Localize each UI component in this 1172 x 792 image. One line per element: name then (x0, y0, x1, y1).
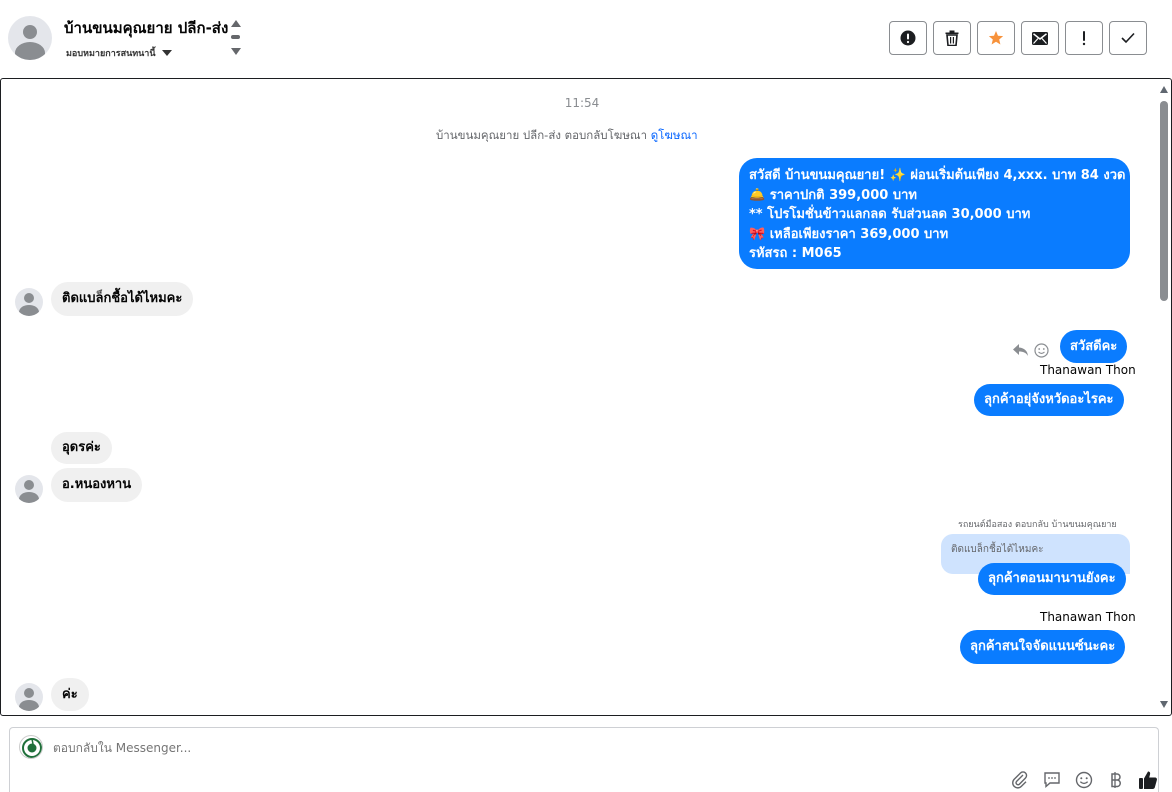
paperclip-icon (1012, 771, 1028, 789)
promo-line: 🛎️ ราคาปกติ 399,000 บาท (749, 187, 917, 203)
promo-line: สวัสดี บ้านขนมคุณยาย! ✨ ผ่อนเริ่มต้นเพีย… (749, 168, 1126, 183)
assign-conversation-dropdown[interactable]: มอบหมายการสนทนานี้ (66, 46, 172, 60)
envelope-icon (1032, 31, 1048, 45)
chevron-down-icon (161, 50, 172, 56)
message-composer (9, 727, 1159, 792)
contact-name[interactable]: บ้านขนมคุณยาย ปลีก-ส่ง (64, 16, 228, 40)
reply-icon[interactable] (1012, 343, 1029, 357)
scroll-down-arrow-icon[interactable] (1160, 701, 1168, 708)
thumbs-up-icon (1139, 771, 1157, 789)
message-timestamp: 11:54 (564, 96, 600, 110)
conversation-actions (889, 21, 1147, 55)
report-spam-button[interactable] (889, 21, 927, 55)
message-thread[interactable]: 11:54 บ้านขนมคุณยาย ปลีก-ส่ง ตอบกลับโฆษณ… (0, 78, 1172, 716)
contact-avatar[interactable] (8, 16, 52, 60)
customer-avatar (15, 288, 43, 316)
emoji-react-icon[interactable] (1034, 343, 1049, 358)
incoming-message: อ.หนองหาน (51, 468, 143, 502)
promo-message-bubble: สวัสดี บ้านขนมคุณยาย! ✨ ผ่อนเริ่มต้นเพีย… (739, 158, 1130, 269)
smiley-icon (1075, 771, 1093, 789)
important-button[interactable] (1065, 21, 1103, 55)
reply-context-label: รถยนต์มือสอง ตอบกลับ บ้านขนมคุณยาย (958, 520, 1117, 530)
scrollbar-thumb[interactable] (1160, 101, 1168, 301)
incoming-message: ค่ะ (51, 678, 89, 711)
saved-reply-button[interactable] (1042, 770, 1062, 790)
like-button[interactable] (1138, 770, 1158, 790)
promo-line: รหัสรถ : M065 (749, 246, 842, 261)
ad-reply-notice: บ้านขนมคุณยาย ปลีก-ส่ง ตอบกลับโฆษณา ดูโฆ… (436, 127, 698, 145)
outgoing-message: ลุกค้าตอนมานานยังคะ (978, 563, 1126, 595)
customer-avatar (15, 475, 43, 503)
thread-scrollbar[interactable] (1157, 79, 1171, 715)
alert-circle-icon (900, 30, 916, 46)
attach-button[interactable] (1010, 770, 1030, 790)
exclamation-icon (1082, 31, 1086, 46)
star-icon (988, 31, 1004, 45)
check-icon (1121, 32, 1135, 44)
promo-line: 🎀 เหลือเพียงราคา 369,000 บาท (749, 226, 949, 242)
incoming-message: อุดรค่ะ (51, 432, 112, 464)
ad-reply-text: บ้านขนมคุณยาย ปลีก-ส่ง ตอบกลับโฆษณา (436, 128, 648, 142)
outgoing-message: ลุกค้าสนใจจัดแนนซ์นะคะ (960, 630, 1126, 664)
reply-input[interactable] (53, 741, 953, 755)
agent-name: Thanawan Thon (1040, 610, 1136, 624)
page-logo-icon (19, 735, 43, 759)
mark-done-button[interactable] (1109, 21, 1147, 55)
mark-unread-button[interactable] (1021, 21, 1059, 55)
assign-label: มอบหมายการสนทนานี้ (66, 49, 156, 59)
payment-button[interactable] (1106, 770, 1126, 790)
outgoing-message: สวัสดีคะ (1060, 330, 1128, 363)
composer-tools (1010, 770, 1158, 790)
reorder-icon[interactable] (230, 18, 242, 58)
star-button[interactable] (977, 21, 1015, 55)
conversation-header: บ้านขนมคุณยาย ปลีก-ส่ง มอบหมายการสนทนานี… (0, 0, 1172, 78)
trash-icon (945, 30, 959, 46)
agent-name: Thanawan Thon (1040, 363, 1136, 377)
view-ad-link[interactable]: ดูโฆษณา (651, 128, 698, 142)
chat-bubble-icon (1044, 772, 1060, 789)
delete-button[interactable] (933, 21, 971, 55)
scroll-up-arrow-icon[interactable] (1160, 86, 1168, 93)
outgoing-message: ลุกค้าอยุ่จังหวัดอะไรคะ (974, 384, 1124, 416)
emoji-button[interactable] (1074, 770, 1094, 790)
promo-line: ** โปรโมชั่นข้าวแลกลด รับส่วนลด 30,000 บ… (749, 207, 1031, 222)
incoming-message: ติดแบล็กชื้อได้ไหมคะ (51, 282, 194, 316)
customer-avatar (15, 683, 43, 711)
baht-icon (1111, 772, 1121, 788)
